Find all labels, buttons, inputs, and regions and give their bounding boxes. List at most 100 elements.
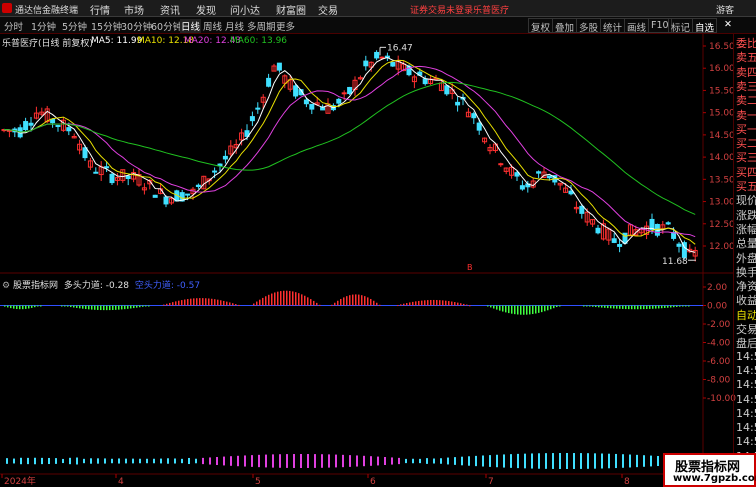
candle-body: [93, 171, 99, 174]
volume-histogram-bar: [237, 455, 239, 467]
indicator-bar: [208, 298, 210, 306]
indicator-bar: [505, 305, 507, 313]
menu-discover[interactable]: 发现: [196, 2, 216, 17]
indicator-bar: [679, 305, 681, 307]
indicator-bar: [379, 304, 381, 306]
indicator-bar: [184, 299, 186, 306]
tf-30min[interactable]: 30分钟: [121, 19, 152, 33]
indicator-bar: [67, 305, 69, 307]
candle-body: [185, 193, 191, 196]
indicator-bar: [445, 300, 447, 306]
volume-histogram-bar: [433, 458, 435, 464]
indicator-bar: [688, 305, 690, 307]
indicator-bar: [22, 305, 24, 310]
candle-body: [249, 116, 255, 122]
high-price-label: 16.47: [387, 43, 413, 53]
trade-login-warning[interactable]: 证券交易未登录: [410, 3, 473, 16]
candle-body: [266, 77, 272, 87]
tf-1min[interactable]: 1分钟: [31, 19, 56, 33]
indicator-bar: [583, 305, 585, 307]
tf-monthly[interactable]: 月线: [225, 19, 244, 33]
tf-multi-period[interactable]: 多周期: [247, 19, 276, 33]
menu-ask[interactable]: 问小达: [230, 2, 260, 17]
menu-quotes[interactable]: 行情: [90, 2, 110, 17]
indicator-bar: [496, 305, 498, 310]
adjust-button[interactable]: 复权: [528, 18, 554, 34]
indicator-bar: [616, 305, 618, 309]
tf-daily[interactable]: 日线: [180, 19, 202, 33]
volume-histogram-bar: [293, 454, 295, 468]
watermark-url: www.7gpzb.com: [673, 473, 756, 484]
settings-icon[interactable]: ⚙: [2, 281, 10, 291]
volume-histogram-bar: [559, 453, 561, 469]
volume-histogram-bar: [398, 457, 400, 465]
volume-histogram-bar: [83, 458, 85, 464]
watchlist-button[interactable]: 自选: [692, 18, 718, 34]
indicator-bar: [286, 290, 288, 306]
indicator-bar: [490, 305, 492, 308]
user-label[interactable]: 游客: [716, 3, 734, 16]
candle-body: [536, 171, 542, 174]
menu-news[interactable]: 资讯: [160, 2, 180, 17]
indicator-bar: [661, 305, 663, 309]
indicator-bar: [271, 293, 273, 306]
draw-button[interactable]: 画线: [624, 18, 650, 34]
volume-histogram-bar: [524, 453, 526, 469]
indicator-bar: [610, 305, 612, 309]
indicator-bar: [511, 305, 513, 314]
candle-body: [336, 98, 342, 104]
indicator-bar: [130, 305, 132, 309]
indicator-bar: [370, 298, 372, 306]
volume-histogram-bar: [356, 455, 358, 467]
tf-5min[interactable]: 5分钟: [62, 19, 87, 33]
volume-histogram-bar: [510, 454, 512, 468]
indicator-bar: [487, 305, 489, 307]
indicator-bar: [430, 299, 432, 306]
indicator-bar: [436, 300, 438, 306]
indicator-bar: [265, 296, 267, 306]
kline-chart[interactable]: 16.50 16.00 15.50 15.00 14.50 14.00 13.50 13.00…: [0, 0, 756, 487]
indicator-bar: [598, 305, 600, 308]
indicator-bar: [457, 302, 459, 306]
volume-histogram-bar: [111, 458, 113, 464]
tf-more[interactable]: 更多: [276, 19, 295, 33]
volume-histogram-bar: [405, 458, 407, 464]
indicator-bar: [331, 304, 333, 306]
indicator-bar: [115, 305, 117, 310]
tf-60min[interactable]: 60分钟: [151, 19, 182, 33]
candle-body: [293, 85, 299, 97]
indicator-bar: [301, 294, 303, 306]
indicator-bar: [10, 305, 12, 309]
menu-wealth[interactable]: 财富圈: [276, 2, 306, 17]
menu-trade[interactable]: 交易: [318, 2, 338, 17]
mark-button[interactable]: 标记: [668, 18, 694, 34]
indicator-bar: [412, 301, 414, 306]
volume-histogram-bar: [335, 454, 337, 468]
indicator-bar: [238, 304, 240, 306]
indicator-bar: [553, 305, 555, 309]
indicator-bar: [226, 301, 228, 306]
overlay-button[interactable]: 叠加: [552, 18, 578, 34]
volume-histogram-bar: [482, 455, 484, 467]
menu-market[interactable]: 市场: [124, 2, 144, 17]
candle-body: [152, 194, 158, 198]
tf-15min[interactable]: 15分钟: [91, 19, 122, 33]
candle-body: [379, 56, 385, 59]
volume-histogram-bar: [62, 458, 64, 464]
indicator-bar: [274, 292, 276, 306]
indicator-bar: [31, 305, 33, 308]
stats-button[interactable]: 统计: [600, 18, 626, 34]
multi-stock-button[interactable]: 多股: [576, 18, 602, 34]
volume-histogram-bar: [118, 458, 120, 464]
close-icon[interactable]: ✕: [722, 18, 734, 33]
indicator-bar: [649, 305, 651, 309]
candle-body: [341, 92, 347, 95]
candle-body: [595, 227, 601, 234]
tf-intraday[interactable]: 分时: [4, 19, 23, 33]
indicator-bar: [463, 303, 465, 306]
volume-histogram-bar: [587, 453, 589, 469]
volume-histogram-bar: [188, 457, 190, 465]
app-logo-icon: [2, 3, 12, 13]
volume-histogram-bar: [146, 458, 148, 464]
tf-weekly[interactable]: 周线: [203, 19, 222, 33]
